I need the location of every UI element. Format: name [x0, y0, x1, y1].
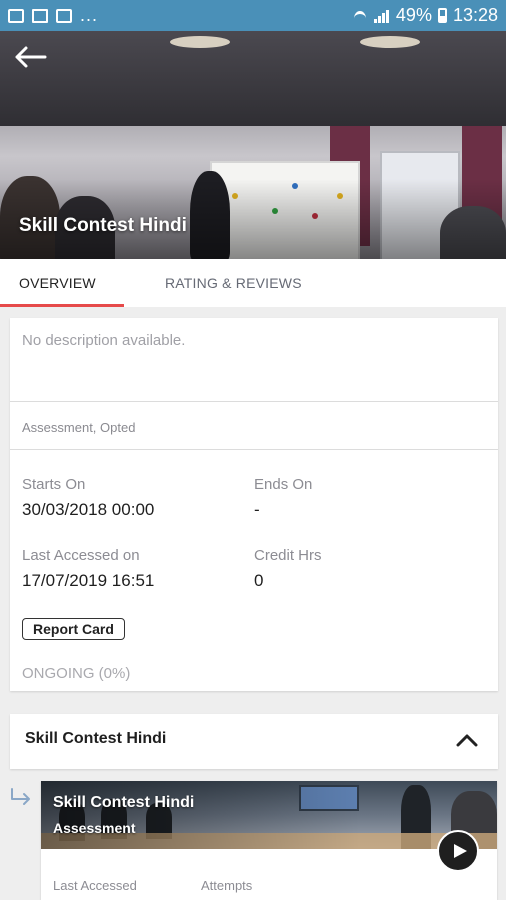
last-accessed-label: Last Accessed on: [22, 547, 140, 564]
course-banner: Skill Contest Hindi: [0, 31, 506, 259]
report-card-button[interactable]: Report Card: [22, 618, 125, 640]
item-title: Skill Contest Hindi: [53, 794, 195, 811]
last-accessed-value: 17/07/2019 16:51: [22, 571, 155, 590]
section-title: Skill Contest Hindi: [25, 730, 167, 747]
more-notifications-indicator: ...: [80, 5, 99, 25]
flag-notification-icon: [32, 8, 48, 23]
progress-status: ONGOING (0%): [22, 665, 131, 682]
ends-on-value: -: [254, 500, 260, 519]
divider: [10, 401, 498, 402]
page-title: Skill Contest Hindi: [19, 215, 187, 236]
item-last-accessed-label: Last Accessed: [53, 878, 137, 893]
tab-overview[interactable]: OVERVIEW: [0, 259, 124, 307]
content-thumbnail: Skill Contest Hindi Assessment: [41, 781, 497, 849]
screen-notification-icon: [56, 8, 72, 23]
course-tags: Assessment, Opted: [22, 420, 136, 435]
module-section-header[interactable]: Skill Contest Hindi: [10, 714, 498, 769]
play-button[interactable]: [437, 830, 479, 872]
content-item-card[interactable]: Skill Contest Hindi Assessment Last Acce…: [41, 781, 497, 900]
starts-on-value: 30/03/2018 00:00: [22, 500, 155, 519]
divider: [10, 449, 498, 450]
thumbnail-shade: [41, 781, 497, 849]
tab-bar: OVERVIEW RATING & REVIEWS: [0, 259, 506, 307]
battery-icon: [437, 8, 447, 23]
overview-card: No description available. Assessment, Op…: [10, 318, 498, 691]
image-notification-icon: [8, 8, 24, 23]
signal-icon: [373, 9, 390, 23]
starts-on-label: Starts On: [22, 476, 86, 493]
credit-hrs-value: 0: [254, 571, 264, 590]
description-text: No description available.: [22, 332, 186, 349]
item-attempts-label: Attempts: [201, 878, 253, 893]
banner-lamp: [170, 36, 230, 48]
battery-percent: 49%: [395, 5, 432, 25]
ends-on-label: Ends On: [254, 476, 313, 493]
chevron-up-icon[interactable]: [456, 732, 478, 748]
banner-lamp: [360, 36, 420, 48]
status-bar: ... 49% 13:28: [0, 0, 506, 31]
clock: 13:28: [452, 5, 498, 25]
credit-hrs-label: Credit Hrs: [254, 547, 322, 564]
back-button[interactable]: [8, 39, 52, 75]
subdirectory-arrow-icon: [11, 788, 30, 805]
item-type: Assessment: [53, 820, 136, 836]
arrow-left-icon: [15, 46, 47, 68]
tab-rating-reviews[interactable]: RATING & REVIEWS: [124, 259, 302, 307]
banner-ceiling: [0, 31, 506, 126]
play-icon: [453, 844, 467, 858]
wifi-icon: [352, 9, 368, 23]
